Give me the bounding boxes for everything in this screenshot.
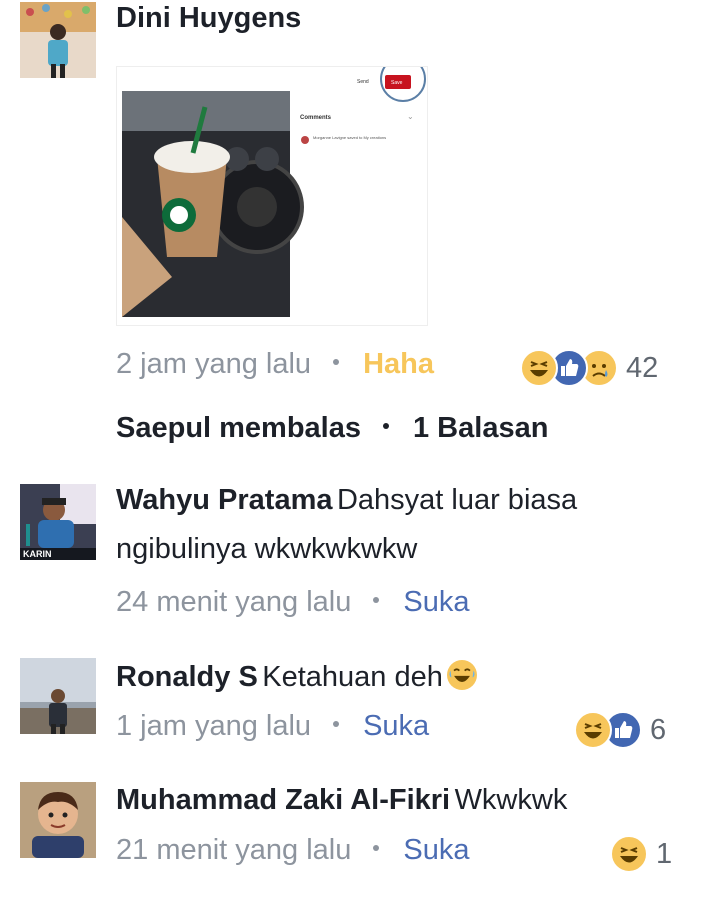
like-button[interactable]: Suka (363, 710, 429, 742)
avatar-ronaldy[interactable] (20, 658, 96, 734)
comment-meta: 1 jam yang lalu Suka (116, 710, 429, 743)
like-button[interactable]: Suka (403, 586, 469, 618)
reaction-summary[interactable]: 6 (574, 711, 666, 749)
comment-author[interactable]: Muhammad Zaki Al-Fikri (116, 784, 450, 816)
comment-author[interactable]: Dini Huygens (116, 2, 301, 35)
attachment-save-label: Save (391, 80, 403, 86)
reaction-count: 42 (626, 351, 659, 384)
attachment-activity-text: Morganne Lavigne saved to My creations (313, 135, 386, 140)
comment-text-block: Muhammad Zaki Al-Fikri Wkwkwk (116, 778, 696, 827)
separator-dot (333, 721, 340, 728)
avatar-wahyu[interactable]: KARIN (20, 484, 96, 560)
separator-dot (383, 423, 389, 430)
separator-dot (373, 845, 380, 852)
attachment-comments-heading: Comments (300, 115, 332, 121)
comment-time[interactable]: 2 jam yang lalu (116, 348, 311, 380)
reaction-count: 1 (656, 837, 673, 870)
attachment-screenshot: Comments ⌄ Morganne Lavigne saved to My … (122, 56, 426, 317)
comment-time[interactable]: 24 menit yang lalu (116, 586, 351, 618)
separator-dot (373, 597, 380, 604)
comment-body: Ketahuan deh (262, 661, 443, 693)
avatar-zaki[interactable] (20, 782, 96, 858)
comment-time[interactable]: 1 jam yang lalu (116, 710, 311, 742)
reaction-summary[interactable]: 42 (520, 349, 658, 387)
comment-meta: 21 menit yang lalu Suka (116, 834, 469, 867)
separator-dot (333, 359, 340, 366)
comment-text-block: Ronaldy S Ketahuan deh (116, 655, 696, 704)
avatar-caption: KARIN (23, 549, 52, 559)
laughing-emoji-icon (447, 660, 478, 690)
like-button[interactable]: Suka (403, 834, 469, 866)
reaction-count: 6 (650, 713, 667, 746)
attachment-send-label: Send (357, 79, 369, 85)
avatar-dini[interactable] (20, 2, 96, 78)
haha-icon (610, 835, 648, 873)
comment-author[interactable]: Wahyu Pratama (116, 484, 333, 516)
svg-text:⌄: ⌄ (407, 112, 414, 121)
comment-meta: 24 menit yang lalu Suka (116, 586, 469, 619)
replies-link[interactable]: Saepul membalas 1 Balasan (116, 412, 548, 445)
comment-author[interactable]: Ronaldy S (116, 661, 258, 693)
reply-count: 1 Balasan (413, 412, 549, 444)
replier-name: Saepul membalas (116, 412, 361, 444)
reaction-summary[interactable]: 1 (610, 835, 672, 873)
comment-time[interactable]: 21 menit yang lalu (116, 834, 351, 866)
haha-icon (574, 711, 612, 749)
comment-body: Wkwkwk (454, 784, 568, 816)
comment-meta: 2 jam yang lalu Haha (116, 348, 434, 381)
haha-icon (520, 349, 558, 387)
comment-text-block: Wahyu Pratama Dahsyat luar biasa ngibuli… (116, 478, 696, 576)
haha-reaction-button[interactable]: Haha (363, 348, 434, 380)
comment-attachment-image[interactable]: Comments ⌄ Morganne Lavigne saved to My … (116, 56, 428, 326)
